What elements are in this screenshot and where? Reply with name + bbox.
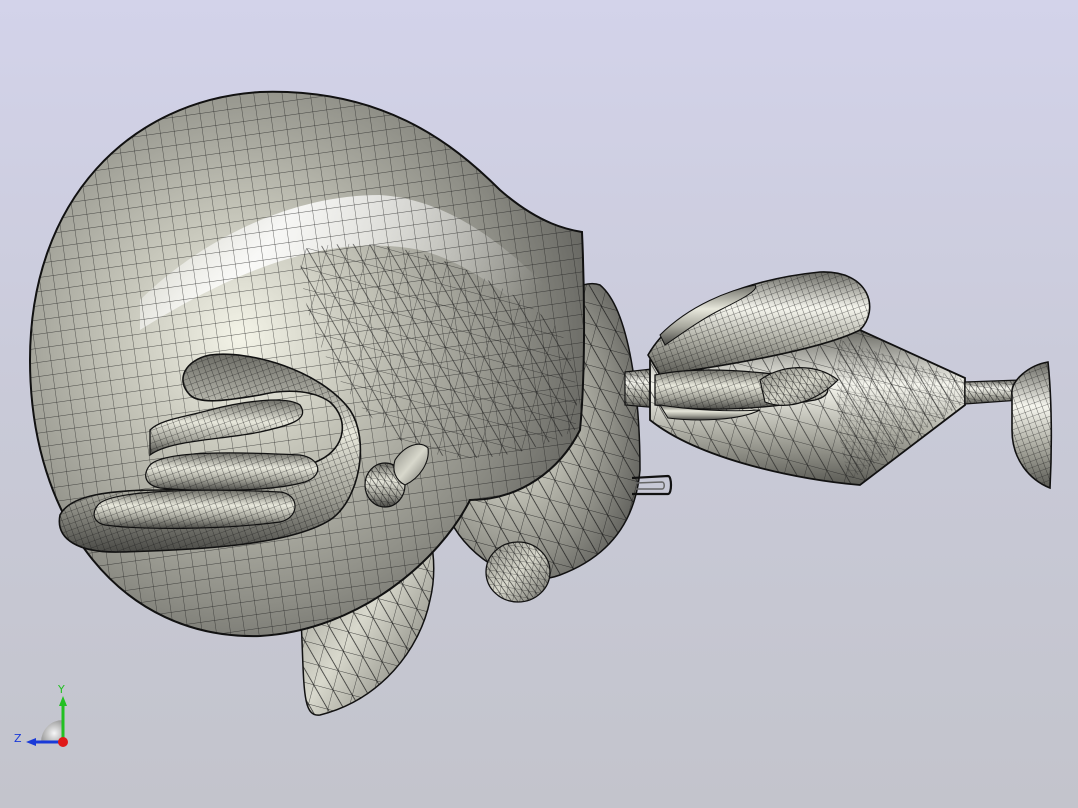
mesh-model-view[interactable] (0, 0, 1078, 808)
orientation-triad[interactable]: Y Z (10, 684, 80, 754)
y-axis-label: Y (58, 683, 65, 696)
cad-3d-viewport[interactable]: Y Z (0, 0, 1078, 808)
rod-end-cup-part[interactable] (964, 361, 1053, 490)
z-axis-label: Z (14, 732, 22, 745)
